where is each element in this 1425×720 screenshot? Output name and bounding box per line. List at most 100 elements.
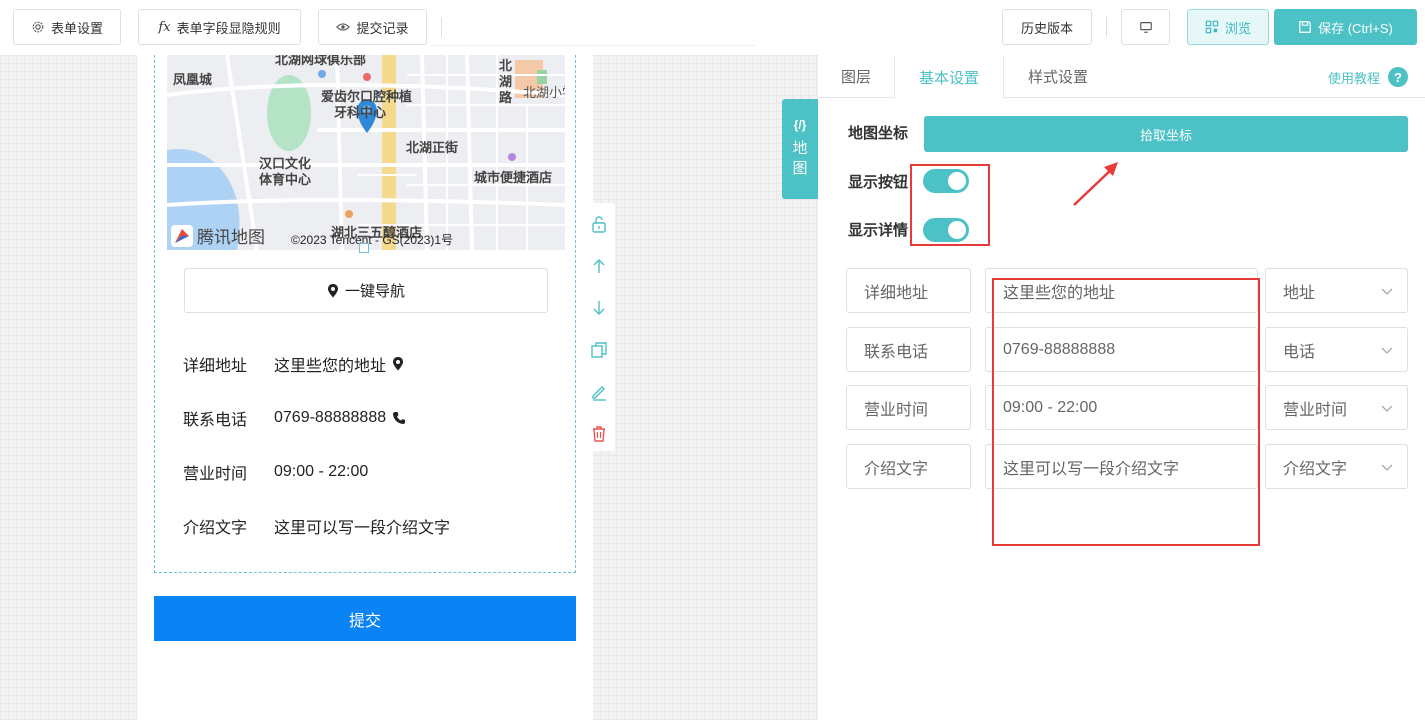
location-icon (393, 357, 404, 371)
info-label: 营业时间 (183, 466, 248, 483)
map-view[interactable]: 北湖网球俱乐部 凤凰城 爱齿尔口腔种植 牙科中心 北 湖 路 北湖小学 北湖正街… (167, 55, 565, 250)
config-key: 介绍文字 (846, 444, 971, 489)
info-row-hours: 营业时间 09:00 - 22:00 (183, 460, 368, 484)
top-toolbar: 表单设置 fx 表单字段显隐规则 提交记录 历史版本 浏览 保存 (Ctrl+S… (0, 0, 1425, 55)
toolbar-divider (441, 17, 442, 37)
eye-icon (336, 23, 351, 31)
delete-icon[interactable] (590, 425, 608, 443)
settings-panel: 图层 基本设置 样式设置 使用教程 ? 地图坐标 拾取坐标 显示按钮 显示详情 … (818, 55, 1425, 720)
toolbar-underline (430, 45, 755, 46)
config-value-input[interactable] (985, 385, 1258, 430)
config-type-label: 营业时间 (1283, 401, 1348, 419)
show-detail-label: 显示详情 (848, 222, 909, 239)
save-icon (1299, 21, 1311, 33)
tab-basic-settings[interactable]: 基本设置 (894, 55, 1004, 99)
info-row-intro: 介绍文字 这里可以写一段介绍文字 (183, 514, 450, 538)
map-logo-text: 腾讯地图 (197, 228, 265, 247)
show-button-label: 显示按钮 (848, 174, 909, 191)
location-icon (327, 283, 338, 297)
code-icon: {/} (793, 118, 807, 132)
monitor-icon (1139, 22, 1152, 33)
device-button[interactable] (1121, 9, 1170, 45)
chevron-down-icon (1381, 405, 1393, 412)
config-type-label: 地址 (1283, 284, 1316, 302)
pick-coordinate-label: 拾取坐标 (1139, 127, 1192, 143)
save-label: 保存 (Ctrl+S) (1318, 20, 1393, 36)
qrcode-icon (1205, 20, 1219, 34)
help-label: 使用教程 (1327, 70, 1380, 86)
field-rules-button[interactable]: fx 表单字段显隐规则 (138, 9, 301, 45)
submit-records-label: 提交记录 (356, 20, 409, 36)
info-value: 09:00 - 22:00 (274, 463, 369, 480)
config-value-input[interactable] (985, 327, 1258, 372)
question-icon: ? (1388, 67, 1408, 87)
config-type-select[interactable]: 电话 (1265, 327, 1408, 372)
map-poi-label: 城市便捷酒店 (474, 170, 553, 185)
config-type-label: 介绍文字 (1283, 460, 1348, 478)
config-type-select[interactable]: 地址 (1265, 268, 1408, 313)
gear-icon (32, 21, 44, 33)
tab-layers[interactable]: 图层 (818, 55, 894, 98)
config-key: 营业时间 (846, 385, 971, 430)
map-poi-label: 北湖小学 (523, 85, 565, 100)
info-row-phone: 联系电话 0769-88888888 (183, 406, 406, 430)
map-component[interactable]: 北湖网球俱乐部 凤凰城 爱齿尔口腔种植 牙科中心 北 湖 路 北湖小学 北湖正街… (154, 55, 576, 573)
help-link[interactable]: 使用教程 ? (1328, 67, 1408, 87)
show-detail-switch[interactable] (923, 218, 969, 242)
info-value: 这里些您的地址 (274, 358, 387, 375)
info-label: 联系电话 (183, 412, 248, 429)
submit-button[interactable]: 提交 (154, 596, 576, 641)
config-key: 详细地址 (846, 268, 971, 313)
component-tag-char: 图 (792, 160, 808, 177)
arrow-up-icon[interactable] (590, 257, 608, 275)
field-rules-label: 表单字段显隐规则 (176, 20, 281, 36)
pick-coordinate-button[interactable]: 拾取坐标 (924, 116, 1408, 152)
config-type-select[interactable]: 营业时间 (1265, 385, 1408, 430)
map-poi-label: 北湖网球俱乐部 (275, 55, 367, 67)
copy-icon[interactable] (590, 341, 608, 359)
map-poi-label: 牙科中心 (334, 105, 387, 120)
edit-icon[interactable] (590, 383, 608, 401)
config-value-input[interactable] (985, 268, 1258, 313)
info-row-address: 详细地址 这里些您的地址 (183, 352, 404, 376)
phone-preview: 北湖网球俱乐部 凤凰城 爱齿尔口腔种植 牙科中心 北 湖 路 北湖小学 北湖正街… (137, 55, 593, 720)
map-credit: ©2023 Tencent - GS(2023)1号 (291, 233, 454, 247)
arrow-annotation-icon (1073, 162, 1118, 206)
design-canvas: 北湖网球俱乐部 凤凰城 爱齿尔口腔种植 牙科中心 北 湖 路 北湖小学 北湖正街… (0, 55, 818, 720)
unlock-icon[interactable] (590, 215, 608, 233)
show-button-switch[interactable] (923, 169, 969, 193)
function-icon: fx (158, 19, 171, 35)
toolbar-divider (1106, 17, 1107, 37)
config-value-input[interactable] (985, 444, 1258, 489)
compass-icon (171, 224, 193, 247)
map-poi-label: 体育中心 (259, 172, 312, 187)
info-value: 这里可以写一段介绍文字 (274, 520, 451, 537)
history-label: 历史版本 (1020, 20, 1073, 36)
history-button[interactable]: 历史版本 (1002, 9, 1092, 45)
info-label: 详细地址 (183, 358, 248, 375)
submit-label: 提交 (348, 612, 381, 630)
chevron-down-icon (1381, 347, 1393, 354)
tencent-map-logo: 腾讯地图 (171, 223, 265, 248)
submit-records-button[interactable]: 提交记录 (318, 9, 427, 45)
preview-label: 浏览 (1224, 20, 1251, 36)
coord-label: 地图坐标 (848, 125, 909, 142)
arrow-down-icon[interactable] (590, 299, 608, 317)
navigate-button[interactable]: 一键导航 (184, 268, 548, 313)
form-settings-label: 表单设置 (50, 20, 103, 36)
phone-icon (393, 412, 406, 424)
save-button[interactable]: 保存 (Ctrl+S) (1274, 9, 1417, 45)
config-type-select[interactable]: 介绍文字 (1265, 444, 1408, 489)
config-type-label: 电话 (1283, 343, 1316, 361)
config-key: 联系电话 (846, 327, 971, 372)
chevron-down-icon (1381, 288, 1393, 295)
map-road-label: 路 (499, 90, 513, 105)
component-tag-map[interactable]: {/} 地 图 (782, 99, 818, 199)
info-value: 0769-88888888 (274, 409, 387, 426)
map-poi-label: 凤凰城 (173, 72, 213, 87)
map-road-label: 北湖正街 (406, 140, 459, 155)
resize-handle[interactable] (359, 243, 369, 253)
tab-style-settings[interactable]: 样式设置 (1004, 55, 1112, 98)
preview-button[interactable]: 浏览 (1187, 9, 1269, 45)
form-settings-button[interactable]: 表单设置 (13, 9, 121, 45)
